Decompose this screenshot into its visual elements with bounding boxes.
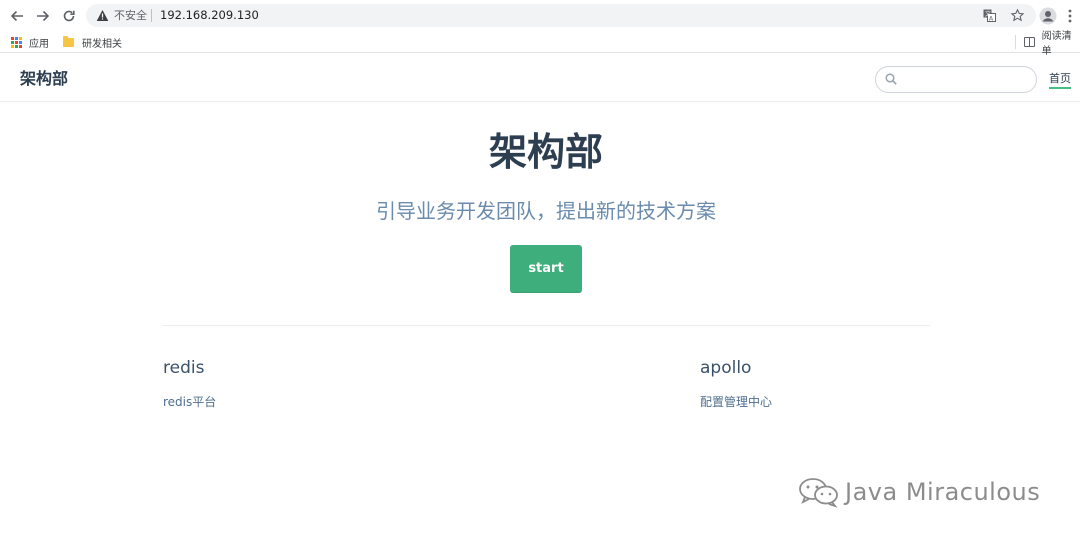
- folder-icon: [63, 35, 74, 47]
- watermark-text: Java Miraculous: [845, 478, 1041, 506]
- hero-description: 引导业务开发团队，提出新的技术方案: [376, 199, 716, 223]
- feature-description: redis平台: [163, 395, 217, 409]
- bookmarks-divider: [1015, 35, 1016, 49]
- feature-title: apollo: [700, 358, 752, 378]
- divider: [163, 325, 930, 326]
- browser-toolbar: 不安全 192.168.209.130 文A: [0, 0, 1080, 31]
- start-button[interactable]: start: [510, 245, 582, 293]
- reload-icon[interactable]: [58, 5, 80, 27]
- security-separator: [151, 9, 152, 22]
- feature-description: 配置管理中心: [700, 395, 773, 409]
- url-text[interactable]: 192.168.209.130: [160, 8, 259, 23]
- bookmarks-bar: 应用 研发相关 阅读清单: [0, 31, 1080, 57]
- bookmark-dev-folder[interactable]: 研发相关: [63, 34, 122, 50]
- search-input[interactable]: [902, 70, 1030, 89]
- site-navbar: 架构部 首页: [0, 56, 1080, 102]
- feature-redis: redis redis平台: [163, 356, 463, 410]
- back-arrow-icon[interactable]: [6, 5, 28, 27]
- profile-icon[interactable]: [1037, 5, 1059, 27]
- star-icon[interactable]: [1010, 8, 1025, 23]
- translate-icon[interactable]: 文A: [982, 8, 997, 23]
- forward-arrow-icon[interactable]: [32, 5, 54, 27]
- search-box[interactable]: [875, 66, 1037, 93]
- reading-list-button[interactable]: 阅读清单: [1024, 31, 1080, 57]
- warning-icon[interactable]: [96, 9, 109, 22]
- apps-grid-icon: [11, 36, 22, 48]
- address-bar[interactable]: 不安全 192.168.209.130 文A: [86, 4, 1036, 27]
- reading-list-icon: [1024, 37, 1035, 47]
- watermark: Java Miraculous: [797, 476, 1040, 508]
- nav-link-home[interactable]: 首页: [1049, 71, 1071, 89]
- bookmark-dev-label: 研发相关: [82, 38, 122, 50]
- feature-apollo: apollo 配置管理中心: [700, 356, 1000, 410]
- wechat-logo-icon: [799, 478, 838, 508]
- search-icon: [885, 73, 897, 85]
- site-title[interactable]: 架构部: [20, 68, 68, 90]
- bookmark-apps[interactable]: 应用: [11, 34, 49, 50]
- feature-title: redis: [163, 358, 205, 378]
- reading-list-label: 阅读清单: [1041, 31, 1072, 57]
- hero-title: 架构部: [488, 130, 603, 174]
- security-label[interactable]: 不安全: [114, 8, 147, 23]
- menu-dots-icon[interactable]: [1064, 5, 1076, 27]
- bookmark-apps-label: 应用: [29, 38, 49, 50]
